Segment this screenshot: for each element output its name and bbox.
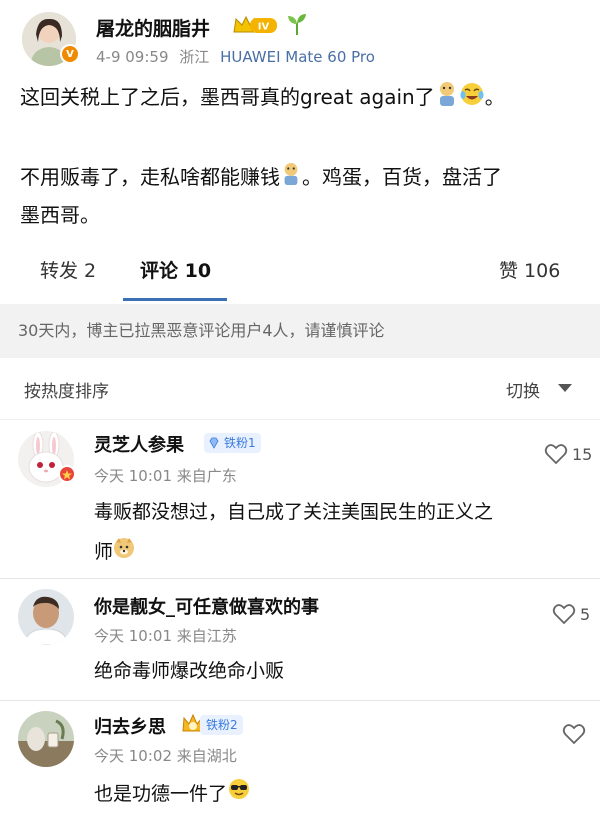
laugh-cry-emoji-icon <box>459 81 485 117</box>
tab-repost[interactable]: 转发 2 <box>40 256 96 283</box>
comment-meta: 今天 10:02 来自湖北 <box>94 747 237 765</box>
fan-level-text: 铁粉1 <box>224 436 256 450</box>
comment-text-line: 也是功德一件了 <box>94 775 251 814</box>
commenter-avatar[interactable] <box>18 589 74 645</box>
post-text-line-3: 墨西哥。 <box>20 203 100 227</box>
commenter-avatar[interactable] <box>18 711 74 767</box>
comment-item: 灵芝人参果 铁粉1 今天 10:01 来自广东 毒贩都没想过，自己成了关注美国民… <box>0 421 600 578</box>
tab-comments[interactable]: 评论 10 <box>140 256 211 283</box>
blocklist-notice: 30天内，博主已拉黑恶意评论用户4人，请谨慎评论 <box>0 304 600 358</box>
heart-icon <box>544 444 568 465</box>
comment-text: 毒贩都没想过，自己成了关注美国民生的正义之 <box>94 501 494 523</box>
heart-icon <box>562 724 586 745</box>
tab-active-indicator <box>123 298 227 301</box>
post-tabs: 转发 2 评论 10 赞 106 <box>0 244 600 302</box>
sunglasses-emoji-icon <box>227 776 251 814</box>
star-badge-icon <box>58 465 76 483</box>
fan-level-text: 铁粉2 <box>206 718 238 732</box>
tab-likes[interactable]: 赞 106 <box>499 256 560 283</box>
sort-label: 按热度排序 <box>24 382 109 402</box>
commenter-name[interactable]: 灵芝人参果 <box>94 431 184 457</box>
post-text: 。 <box>484 85 505 109</box>
sort-bar: 按热度排序 切换 <box>0 358 600 420</box>
like-count: 5 <box>580 604 591 624</box>
post-text: 这回关税上了之后，墨西哥真的great again了 <box>20 85 435 109</box>
post-meta: 4-9 09:59 浙江 HUAWEI Mate 60 Pro <box>96 46 375 67</box>
post-text-line-1: 这回关税上了之后，墨西哥真的great again了 。 <box>20 80 505 117</box>
doge-shrug-emoji-icon <box>435 81 459 117</box>
post-device[interactable]: HUAWEI Mate 60 Pro <box>220 48 375 66</box>
heart-icon <box>552 604 576 625</box>
like-button[interactable]: 5 <box>552 603 590 625</box>
comment-text-line-2: 师 <box>94 533 135 572</box>
post-text-line-2: 不用贩毒了，走私啥都能赚钱 。鸡蛋，百货，盘活了 <box>20 160 502 196</box>
sprout-icon <box>288 14 306 35</box>
post-location: 浙江 <box>179 48 210 66</box>
diamond-icon <box>209 437 219 449</box>
crown-level-icon: IV <box>233 15 277 33</box>
author-name[interactable]: 屠龙的胭脂井 <box>96 14 210 41</box>
caret-down-icon[interactable] <box>558 384 572 392</box>
post-text: 。鸡蛋，百货，盘活了 <box>302 165 502 189</box>
comment-meta: 今天 10:01 来自江苏 <box>94 627 237 645</box>
like-button[interactable]: 15 <box>544 443 592 465</box>
commenter-name[interactable]: 归去乡思 <box>94 713 166 739</box>
comment-item: 归去乡思 铁粉2 今天 10:02 来自湖北 也是功德一件了 <box>0 701 600 827</box>
doge-emoji-icon <box>113 534 135 572</box>
doge-shrug-emoji-icon <box>280 162 302 196</box>
commenter-name[interactable]: 你是靓女_可任意做喜欢的事 <box>94 593 319 619</box>
comment-text: 师 <box>94 541 114 563</box>
like-count: 15 <box>572 444 593 464</box>
post-text: 不用贩毒了，走私啥都能赚钱 <box>20 165 280 189</box>
comment-text: 绝命毒师爆改绝命小贩 <box>94 660 285 682</box>
comment-text: 也是功德一件了 <box>94 783 228 805</box>
fan-level-badge: 铁粉2 <box>200 715 243 735</box>
fan-level-badge: 铁粉1 <box>204 433 261 453</box>
like-button[interactable] <box>562 723 586 745</box>
sort-switch-button[interactable]: 切换 <box>506 377 540 402</box>
verified-badge-icon: V <box>60 44 80 64</box>
comment-item: 你是靓女_可任意做喜欢的事 今天 10:01 来自江苏 绝命毒师爆改绝命小贩 5 <box>0 579 600 699</box>
post-date: 4-9 09:59 <box>96 48 169 66</box>
comment-meta: 今天 10:01 来自广东 <box>94 467 237 485</box>
level-badge-text: IV <box>258 22 270 33</box>
